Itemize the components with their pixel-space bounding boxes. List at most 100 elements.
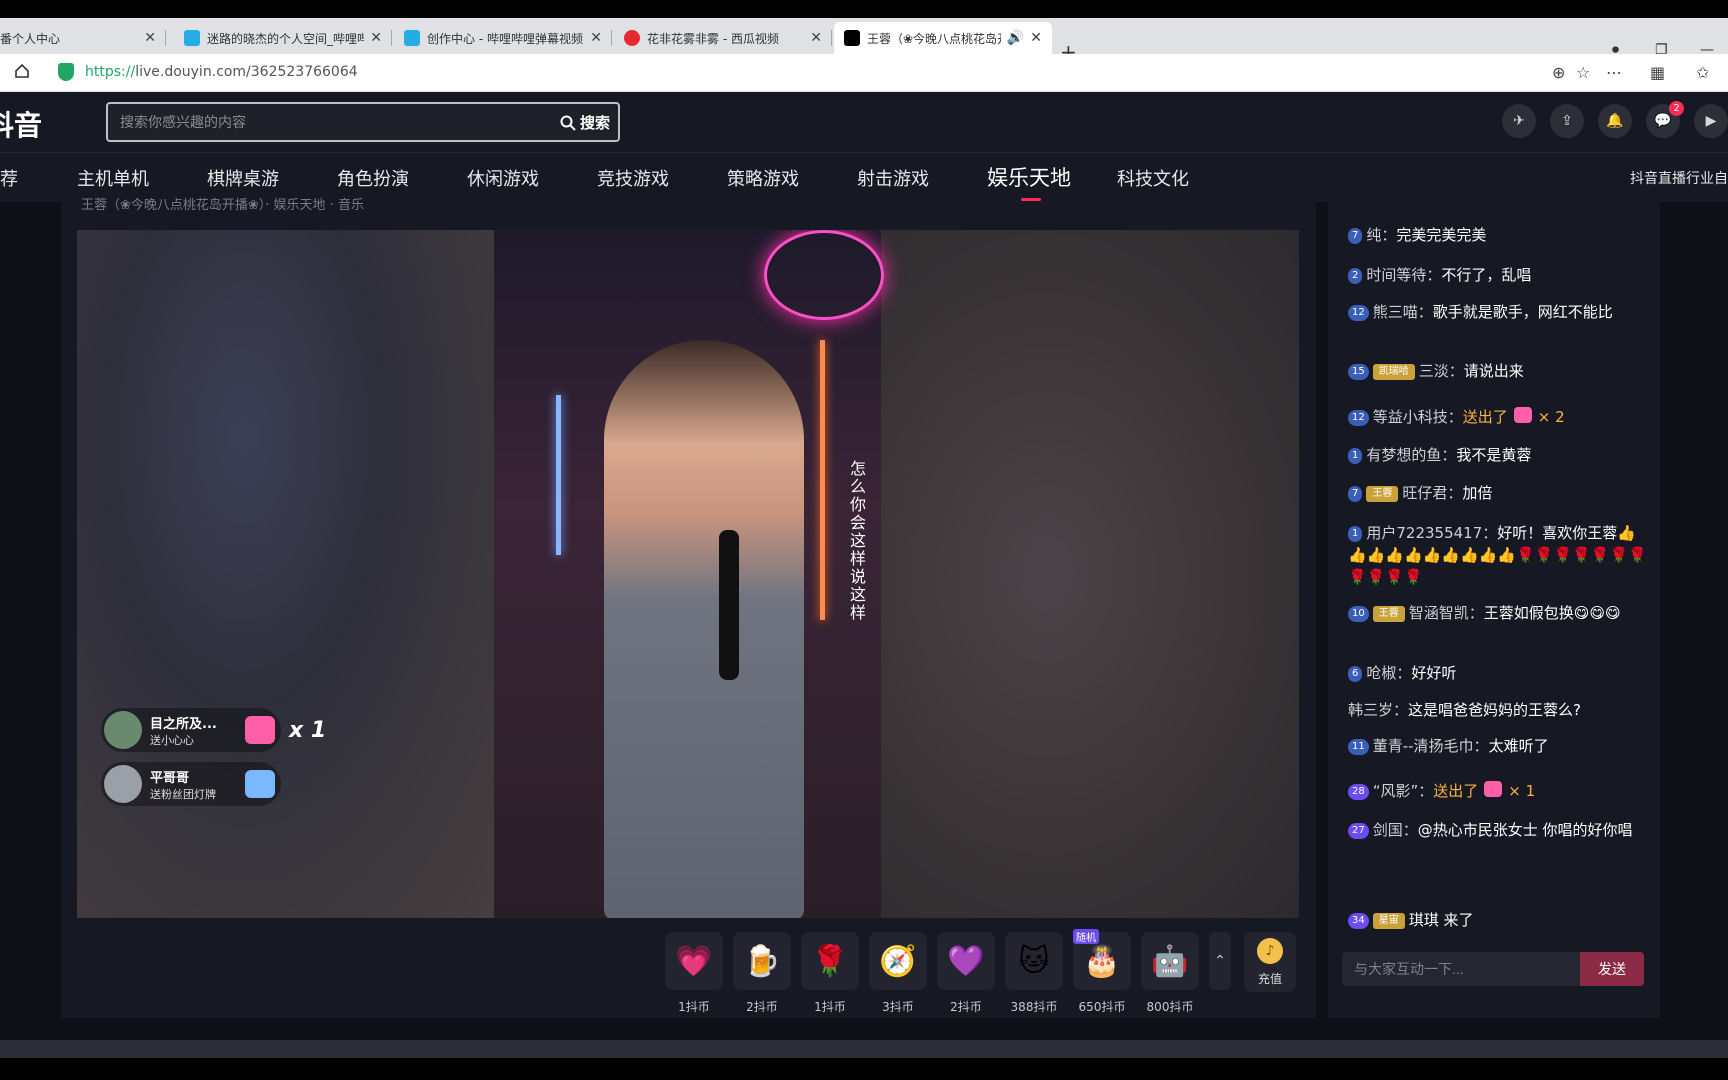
chat-text: 来了 bbox=[1443, 911, 1474, 929]
chat-username[interactable]: 三淡： bbox=[1419, 362, 1464, 380]
nav-item-shooter[interactable]: 射击游戏 bbox=[857, 165, 929, 191]
nav-item-recommend[interactable]: 推荐 bbox=[0, 165, 18, 191]
customer-service-icon[interactable]: ✈ bbox=[1502, 104, 1536, 138]
nav-item-strategy[interactable]: 策略游戏 bbox=[727, 165, 799, 191]
chat-username[interactable]: 用户722355417： bbox=[1366, 524, 1497, 542]
chat-username[interactable]: 琪琪 bbox=[1409, 911, 1439, 929]
douyin-logo[interactable]: 抖音 bbox=[0, 104, 42, 144]
nav-item-rpg[interactable]: 角色扮演 bbox=[337, 165, 409, 191]
url-field[interactable]: https://live.douyin.com/362523766064 bbox=[85, 64, 358, 80]
browser-tab[interactable]: 番个人中心 ✕ bbox=[0, 22, 166, 54]
cat-icon: 🐱 bbox=[1005, 932, 1063, 990]
chat-message: 韩三岁：这是唱爸爸妈妈的王蓉么? bbox=[1348, 699, 1648, 721]
gift-item[interactable]: 🎂 随机 650抖币 bbox=[1072, 929, 1132, 1015]
gift-price: 3抖币 bbox=[882, 1000, 914, 1014]
tab-title: 迷路的晓杰的个人空间_哔哩哔 bbox=[207, 31, 365, 46]
chat-username[interactable]: 熊三喵： bbox=[1373, 303, 1433, 321]
nav-item-casual[interactable]: 休闲游戏 bbox=[467, 165, 539, 191]
search-button[interactable]: 搜索 bbox=[560, 112, 610, 133]
chat-username[interactable]: 董青--清扬毛巾： bbox=[1373, 737, 1489, 755]
chat-username[interactable]: 有梦想的鱼： bbox=[1366, 446, 1456, 464]
site-header: 抖音 搜索 ✈ ⇪ 🔔 💬2 ▶ bbox=[0, 92, 1728, 152]
chat-message: 10 王蓉 智涵智凯：王蓉如假包换😋😋😋 bbox=[1348, 602, 1648, 624]
fan-club-badge: 王蓉 bbox=[1372, 606, 1405, 622]
chevron-up-icon[interactable]: ⌃ bbox=[1209, 932, 1231, 990]
url-scheme: https:// bbox=[85, 64, 136, 80]
chat-username[interactable]: 呛椒： bbox=[1366, 664, 1411, 682]
close-tab-icon[interactable]: ✕ bbox=[144, 30, 156, 46]
purple-heart-icon: 💜 bbox=[937, 932, 995, 990]
extensions-grid-icon[interactable]: ▦ bbox=[1650, 63, 1665, 82]
chat-username[interactable]: 剑国： bbox=[1373, 821, 1418, 839]
level-badge: 27 bbox=[1348, 823, 1369, 839]
gift-price: 2抖币 bbox=[746, 1000, 778, 1014]
gift-item[interactable]: 🤖 800抖币 bbox=[1140, 932, 1200, 1015]
search-input[interactable] bbox=[120, 112, 520, 132]
search-icon bbox=[560, 115, 576, 131]
recharge-button[interactable]: ♪ 充值 bbox=[1244, 932, 1296, 992]
chat-username[interactable]: 智涵智凯： bbox=[1409, 604, 1484, 622]
level-badge: 7 bbox=[1348, 228, 1363, 244]
browser-tab[interactable]: 花非花雾非雾 - 西瓜视频 ✕ bbox=[614, 22, 832, 54]
browser-tab[interactable]: 迷路的晓杰的个人空间_哔哩哔 ✕ bbox=[174, 22, 392, 54]
gift-sender-name: 目之所及... bbox=[150, 716, 217, 732]
gift-item[interactable]: 💜 2抖币 bbox=[936, 932, 996, 1015]
gift-sent-text: 送出了 bbox=[1462, 408, 1508, 426]
live-camera-icon[interactable]: ▶ bbox=[1694, 104, 1728, 138]
nav-item-console[interactable]: 主机单机 bbox=[77, 165, 149, 191]
close-tab-icon[interactable]: ✕ bbox=[590, 30, 602, 46]
screen-top-edge bbox=[0, 0, 1728, 18]
close-tab-icon[interactable]: ✕ bbox=[370, 30, 382, 46]
avatar bbox=[104, 711, 142, 749]
nav-item-entertainment[interactable]: 娱乐天地 bbox=[987, 162, 1071, 201]
security-shield-icon[interactable] bbox=[58, 63, 74, 81]
favorites-icon[interactable]: ✩ bbox=[1696, 63, 1709, 82]
notification-bell-icon[interactable]: 🔔 bbox=[1598, 104, 1632, 138]
level-badge: 10 bbox=[1348, 606, 1369, 622]
chat-text: @热心市民张女士 你唱的好你唱 bbox=[1417, 821, 1633, 839]
chat-username[interactable]: 旺仔君： bbox=[1402, 484, 1462, 502]
chat-username[interactable]: 纯： bbox=[1366, 226, 1396, 244]
nav-right-link[interactable]: 抖音直播行业自 bbox=[1630, 168, 1728, 188]
chat-message: 15 凯瑞哈 三淡：请说出来 bbox=[1348, 360, 1648, 382]
chat-text: 太难听了 bbox=[1488, 737, 1549, 755]
chat-username[interactable]: “风影”： bbox=[1373, 782, 1434, 800]
beer-icon: 🍺 bbox=[733, 932, 791, 990]
random-tag: 随机 bbox=[1073, 929, 1099, 944]
gift-item[interactable]: 🐱 388抖币 bbox=[1004, 932, 1064, 1015]
nav-item-competitive[interactable]: 竞技游戏 bbox=[597, 165, 669, 191]
more-icon[interactable]: ⋯ bbox=[1606, 63, 1622, 82]
zoom-icon[interactable]: ⊕ bbox=[1552, 63, 1565, 82]
search-box: 搜索 bbox=[106, 102, 620, 142]
avatar bbox=[104, 765, 142, 803]
close-tab-icon[interactable]: ✕ bbox=[810, 30, 822, 46]
gift-item[interactable]: 🍺 2抖币 bbox=[732, 932, 792, 1015]
browser-tab-active[interactable]: 王蓉（❀今晚八点桃花岛开 🔊 ✕ bbox=[834, 22, 1052, 54]
level-badge: 12 bbox=[1348, 410, 1369, 426]
nav-item-tech[interactable]: 科技文化 bbox=[1117, 165, 1189, 191]
nav-item-board-games[interactable]: 棋牌桌游 bbox=[207, 165, 279, 191]
browser-tab[interactable]: 创作中心 - 哔哩哔哩弹幕视频 ✕ bbox=[394, 22, 612, 54]
message-icon[interactable]: 💬 2 bbox=[1646, 101, 1684, 138]
gift-count: x 1 bbox=[289, 718, 327, 743]
chat-message: 1 用户722355417：好听！喜欢你王蓉👍👍👍👍👍👍👍👍👍👍🌹🌹🌹🌹🌹🌹🌹🌹🌹… bbox=[1348, 522, 1648, 588]
level-badge: 11 bbox=[1348, 739, 1369, 755]
close-tab-icon[interactable]: ✕ bbox=[1030, 30, 1042, 46]
audio-icon[interactable]: 🔊 bbox=[1007, 30, 1024, 46]
send-button[interactable]: 发送 bbox=[1580, 952, 1644, 986]
gift-item[interactable]: 💗 1抖币 bbox=[664, 932, 724, 1015]
live-video[interactable]: 怎么你会这样说这样 目之所及... 送小心心 x 1 平哥哥 送粉丝团灯牌 bbox=[77, 230, 1299, 918]
chat-username[interactable]: 时间等待： bbox=[1366, 266, 1441, 284]
gift-item[interactable]: 🌹 1抖币 bbox=[800, 932, 860, 1015]
bookmark-star-icon[interactable]: ☆ bbox=[1576, 63, 1590, 82]
upload-icon[interactable]: ⇪ bbox=[1550, 104, 1584, 138]
chat-input[interactable] bbox=[1342, 952, 1580, 986]
chat-text: 歌手就是歌手，网红不能比 bbox=[1432, 303, 1613, 321]
home-icon[interactable] bbox=[14, 63, 30, 79]
gift-price: 2抖币 bbox=[950, 1000, 982, 1014]
gift-item[interactable]: 🧭 3抖币 bbox=[868, 932, 928, 1015]
chat-username[interactable]: 韩三岁： bbox=[1348, 701, 1408, 719]
chat-messages[interactable]: 7 纯：完美完美完美 2 时间等待：不行了，乱唱 12 熊三喵：歌手就是歌手，网红不能… bbox=[1328, 202, 1660, 942]
chat-message: 7 纯：完美完美完美 bbox=[1348, 224, 1648, 246]
chat-username[interactable]: 等益小科技： bbox=[1373, 408, 1463, 426]
